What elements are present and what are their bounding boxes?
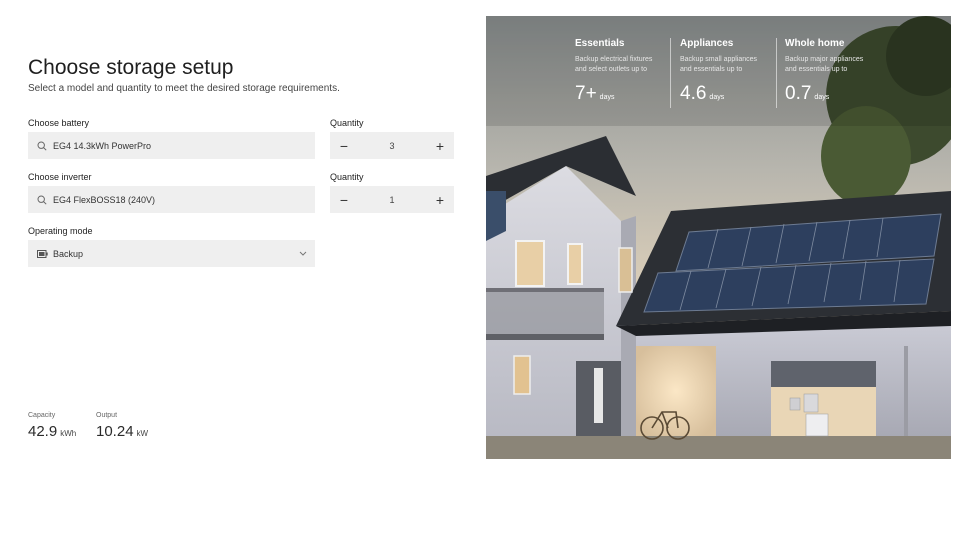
inverter-decrement-button[interactable]: − <box>330 186 358 213</box>
inverter-select[interactable]: EG4 FlexBOSS18 (240V) <box>28 186 315 213</box>
overlay-number: 4.6 <box>680 83 707 104</box>
overlay-desc-line: Backup small appliances <box>680 56 758 63</box>
overlay-number: 0.7 <box>785 83 812 104</box>
overlay-unit: days <box>599 94 615 101</box>
overlay-value: 4.6 days <box>680 83 780 105</box>
overlay-value: 0.7 days <box>785 83 885 105</box>
overlay-value: 7+ days <box>575 83 675 105</box>
output-label: Output <box>96 412 118 419</box>
overlay-heading: Appliances <box>680 38 734 49</box>
battery-quantity-label: Quantity <box>330 118 364 128</box>
output-unit: kW <box>136 429 149 438</box>
overlay-desc-line: Backup major appliances <box>785 56 864 63</box>
operating-mode-label: Operating mode <box>28 226 93 236</box>
battery-label: Choose battery <box>28 118 90 128</box>
capacity-label: Capacity <box>28 412 56 419</box>
capacity-value: 42.9 <box>28 423 58 440</box>
battery-quantity-stepper[interactable]: − 3 + <box>330 132 454 159</box>
overlay-desc-line: Backup electrical fixtures <box>575 56 653 63</box>
output-value: 10.24 <box>96 423 134 440</box>
inverter-label: Choose inverter <box>28 172 92 182</box>
battery-icon <box>36 248 48 260</box>
inverter-quantity-value: 1 <box>389 194 395 205</box>
inverter-quantity-stepper[interactable]: − 1 + <box>330 186 454 213</box>
output-stat: 10.24 kW <box>96 423 148 440</box>
overlay-desc-line: and select outlets up to <box>575 66 647 73</box>
battery-select-value: EG4 14.3kWh PowerPro <box>53 140 152 151</box>
overlay-whole-home: Whole home Backup major appliances and e… <box>785 38 885 105</box>
overlay-essentials: Essentials Backup electrical fixtures an… <box>575 38 675 105</box>
overlay-appliances: Appliances Backup small appliances and e… <box>680 38 780 105</box>
page-subtitle: Select a model and quantity to meet the … <box>28 83 340 94</box>
inverter-quantity-label: Quantity <box>330 172 364 182</box>
inverter-increment-button[interactable]: + <box>426 186 454 213</box>
overlay-unit: days <box>814 94 830 101</box>
operating-mode-select[interactable]: Backup <box>28 240 315 267</box>
battery-select[interactable]: EG4 14.3kWh PowerPro <box>28 132 315 159</box>
battery-decrement-button[interactable]: − <box>330 132 358 159</box>
house-photo: Essentials Backup electrical fixtures an… <box>486 16 951 459</box>
overlay-divider <box>776 38 777 108</box>
overlay-divider <box>670 38 671 108</box>
capacity-stat: 42.9 kWh <box>28 423 76 440</box>
overlay-number: 7+ <box>575 83 597 104</box>
overlay-heading: Essentials <box>575 38 625 49</box>
search-icon <box>36 140 48 152</box>
overlay-desc-line: and essentials up to <box>785 66 848 73</box>
overlay-desc-line: and essentials up to <box>680 66 743 73</box>
inverter-select-value: EG4 FlexBOSS18 (240V) <box>53 194 156 205</box>
search-icon <box>36 194 48 206</box>
battery-quantity-value: 3 <box>389 140 395 151</box>
operating-mode-value: Backup <box>53 248 84 259</box>
overlay-heading: Whole home <box>785 38 845 49</box>
chevron-down-icon <box>299 251 307 256</box>
battery-increment-button[interactable]: + <box>426 132 454 159</box>
overlay-unit: days <box>709 94 725 101</box>
page-title: Choose storage setup <box>28 56 234 79</box>
capacity-unit: kWh <box>60 429 77 438</box>
